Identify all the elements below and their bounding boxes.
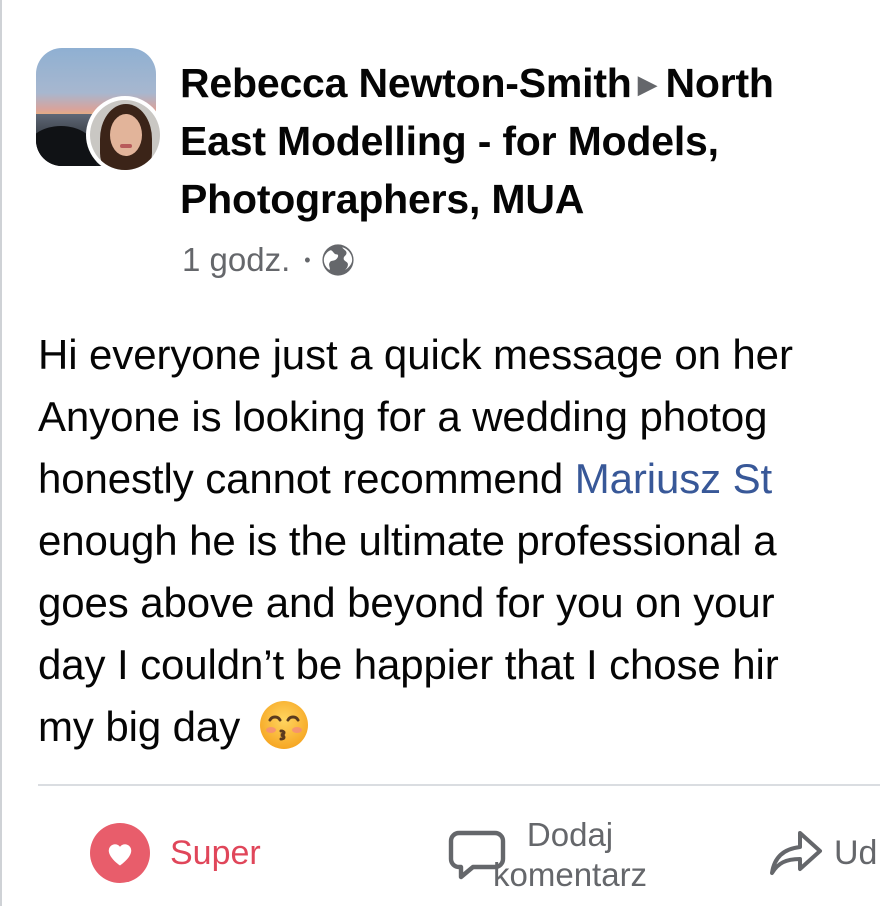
mention-link[interactable]: Mariusz St [575,455,772,502]
heart-icon [90,823,150,883]
post-text-line: honestly cannot recommend Mariusz St [38,448,880,510]
post-body: Hi everyone just a quick message on her … [38,324,880,758]
left-border [0,0,2,906]
action-divider [38,784,880,786]
post-text-line: my big day [38,696,880,758]
separator-dot: • [304,250,311,270]
post-text-segment: my big day [38,703,241,750]
author-name[interactable]: Rebecca Newton-Smith [180,60,632,106]
post-text-line: Anyone is looking for a wedding photog [38,393,768,440]
post-text-line: goes above and beyond for you on your [38,579,775,626]
share-label: Ud [834,833,878,872]
post-text-line: Hi everyone just a quick message on her [38,331,793,378]
share-button[interactable]: Ud [768,822,877,884]
post-header-title: Rebecca Newton-Smith ▶ North East Modellin… [180,54,880,228]
author-avatar[interactable] [86,96,164,174]
comment-button[interactable]: Dodaj komentarz [447,812,647,898]
arrow-right-icon: ▶ [637,69,658,99]
globe-icon[interactable] [321,243,355,277]
group-name[interactable]: North [665,60,774,106]
post-text-line: enough he is the ultimate professional a [38,517,777,564]
post-text-segment: honestly cannot recommend [38,455,575,502]
reaction-label: Super [170,833,261,872]
post-text-line: day I couldn’t be happier that I chose h… [38,641,779,688]
kissing-face-emoji-icon [259,701,308,749]
reaction-button[interactable]: Super [90,822,261,884]
group-name-cont[interactable]: East Modelling - for Models, [180,112,880,170]
post-meta: 1 godz. • [182,238,355,282]
post-avatar[interactable] [36,48,168,180]
group-name-cont[interactable]: Photographers, MUA [180,170,880,228]
comment-label: Dodaj komentarz [493,816,648,893]
share-icon [770,831,822,875]
post-timestamp[interactable]: 1 godz. [182,241,290,279]
